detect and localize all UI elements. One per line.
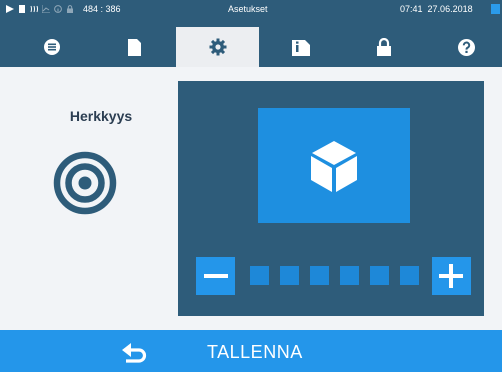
status-indicator (491, 4, 500, 14)
tab-bar (0, 27, 502, 67)
play-icon (6, 5, 14, 13)
info-document-icon (291, 40, 310, 56)
steam-icon (30, 5, 38, 13)
gear-icon (209, 38, 226, 56)
chart-icon (42, 5, 50, 13)
clock: 07:41 27.06.2018 (400, 3, 473, 15)
time: 07:41 (400, 4, 423, 14)
sensitivity-image (258, 108, 410, 223)
tab-menu[interactable] (10, 27, 93, 67)
tab-lock[interactable] (342, 27, 425, 67)
info-circle-icon (54, 5, 62, 13)
level-square (310, 266, 329, 285)
tab-help[interactable] (425, 27, 502, 67)
sensitivity-title: Herkkyys (69, 108, 133, 124)
tab-settings[interactable] (176, 27, 259, 67)
level-square (340, 266, 359, 285)
save-button[interactable]: TALLENNA (207, 342, 303, 363)
coordinates-readout: 484 : 386 (83, 4, 121, 14)
cube-icon (311, 140, 357, 192)
target-icon (53, 151, 117, 215)
back-arrow-icon[interactable] (122, 343, 148, 363)
level-square (250, 266, 269, 285)
date: 27.06.2018 (427, 4, 473, 14)
level-square (400, 266, 419, 285)
decrease-button[interactable] (196, 257, 235, 295)
increase-button[interactable] (432, 257, 471, 295)
status-bar: 484 : 386 Asetukset 07:41 27.06.2018 (0, 0, 502, 27)
tab-documents[interactable] (93, 27, 176, 67)
document-icon (19, 5, 25, 13)
level-square (370, 266, 389, 285)
level-square (280, 266, 299, 285)
menu-list-icon (43, 39, 60, 55)
lock-icon (376, 38, 391, 56)
tab-info[interactable] (259, 27, 342, 67)
screen-title: Asetukset (228, 4, 268, 14)
lock-icon (67, 5, 73, 13)
document-icon (128, 38, 141, 56)
status-icons (6, 3, 74, 15)
help-icon (458, 38, 475, 56)
